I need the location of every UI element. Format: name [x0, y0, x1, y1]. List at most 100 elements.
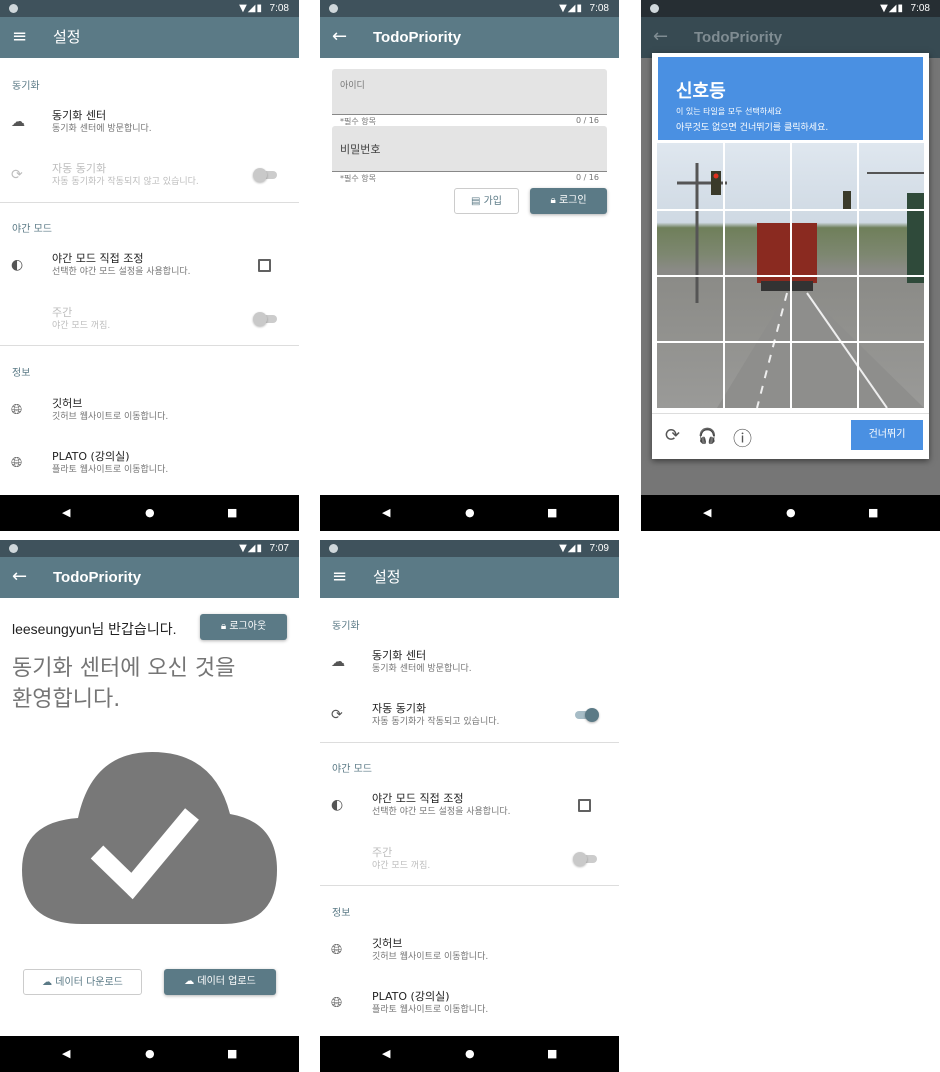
captcha-header: 신호등 이 있는 타일을 모두 선택하세요 아무것도 없으면 건너뛰기를 클릭하… [658, 57, 923, 140]
back-nav-icon[interactable]: ◀ [62, 506, 70, 520]
reload-icon[interactable]: ⟳ [665, 425, 680, 446]
globe-icon: 🌐︎ [11, 455, 23, 471]
pref-day-mode[interactable]: 주간 야간 모드 꺼짐. [320, 836, 619, 886]
pref-night-manual[interactable]: ◐ 야간 모드 직접 조정 선택한 야간 모드 설정을 사용합니다. [320, 782, 619, 832]
home-nav-icon[interactable]: ● [145, 1047, 155, 1061]
recent-nav-icon[interactable]: ■ [227, 506, 237, 520]
pref-sync-center[interactable]: ☁ 동기화 센터 동기화 센터에 방문합니다. [0, 99, 299, 149]
pref-auto-sync[interactable]: ⟳ 자동 동기화 자동 동기화가 작동되지 않고 있습니다. [0, 152, 299, 202]
home-nav-icon[interactable]: ● [465, 506, 475, 520]
pref-auto-sync[interactable]: ⟳ 자동 동기화 자동 동기화가 작동되고 있습니다. [320, 692, 619, 742]
divider [0, 345, 299, 346]
greeting: leeseungyun님 반갑습니다. [12, 619, 176, 639]
password-placeholder: 비밀번호 [340, 143, 381, 156]
globe-icon: 🌐︎ [11, 402, 23, 418]
home-nav-icon[interactable]: ● [465, 1047, 475, 1061]
navigation-bar: ◀ ● ■ [320, 1036, 619, 1072]
divider [0, 202, 299, 203]
signup-button[interactable]: ▤ 가입 [454, 188, 519, 214]
switch-knob [573, 852, 587, 866]
day-mode-switch[interactable] [573, 852, 597, 866]
status-bar: ▼◢▮ 7:07 [0, 540, 299, 557]
category-night: 야간 모드 [332, 764, 372, 775]
recent-nav-icon[interactable]: ■ [868, 506, 878, 520]
pref-github[interactable]: 🌐︎ 깃허브 깃허브 웹사이트로 이동합니다. [320, 927, 619, 977]
recent-nav-icon[interactable]: ■ [227, 1047, 237, 1061]
status-time: 7:09 [589, 543, 609, 554]
skip-button[interactable]: 건너뛰기 [851, 420, 923, 450]
category-info: 정보 [12, 368, 31, 379]
captcha-instruction-2: 아무것도 없으면 건너뛰기를 클릭하세요. [676, 123, 829, 133]
logout-button[interactable]: 🔒︎ 로그아웃 [200, 614, 287, 640]
pref-summary: 선택한 야간 모드 설정을 사용합니다. [372, 807, 511, 817]
back-arrow-icon[interactable]: ← [12, 566, 27, 588]
brightness-icon: ◐ [331, 797, 344, 813]
captcha-dialog: 신호등 이 있는 타일을 모두 선택하세요 아무것도 없으면 건너뛰기를 클릭하… [652, 53, 929, 459]
password-field[interactable]: 비밀번호 [332, 126, 607, 172]
login-button[interactable]: 🔒︎ 로그인 [530, 188, 607, 214]
pref-summary: 깃허브 웹사이트로 이동합니다. [52, 412, 169, 422]
notification-dot [650, 4, 659, 13]
category-sync: 동기화 [12, 81, 40, 92]
lock-icon: 🔒︎ [550, 195, 556, 206]
pref-summary: 깃허브 웹사이트로 이동합니다. [372, 952, 489, 962]
pref-sync-center[interactable]: ☁ 동기화 센터 동기화 센터에 방문합니다. [320, 639, 619, 689]
notification-dot [329, 544, 338, 553]
cloud-download-icon: ☁ [42, 977, 53, 988]
login-screen: ▼◢▮ 7:08 ← TodoPriority 아이디 *필수 항목 0 / 1… [320, 0, 619, 531]
pref-summary: 플라토 웹사이트로 이동합니다. [52, 465, 169, 475]
auto-sync-switch[interactable] [253, 168, 277, 182]
recent-nav-icon[interactable]: ■ [547, 1047, 557, 1061]
pw-counter: 0 / 16 [575, 173, 599, 182]
menu-icon[interactable]: ≡ [332, 566, 347, 588]
back-arrow-icon[interactable]: ← [332, 26, 347, 48]
night-mode-checkbox[interactable] [578, 799, 591, 812]
status-time: 7:08 [910, 3, 930, 14]
category-info: 정보 [332, 908, 351, 919]
status-bar: ▼◢▮ 7:08 [641, 0, 940, 17]
back-nav-icon[interactable]: ◀ [62, 1047, 70, 1061]
welcome-line-1: 동기화 센터에 오신 것을 [12, 656, 236, 681]
status-bar: ▼◢▮ 7:08 [0, 0, 299, 17]
pref-summary: 동기화 센터에 방문합니다. [52, 124, 152, 134]
night-mode-checkbox[interactable] [258, 259, 271, 272]
back-nav-icon[interactable]: ◀ [703, 506, 711, 520]
category-sync: 동기화 [332, 621, 360, 632]
pref-summary: 동기화 센터에 방문합니다. [372, 664, 472, 674]
app-bar: ← TodoPriority [320, 17, 619, 58]
upload-button[interactable]: ☁ 데이터 업로드 [164, 969, 276, 995]
signal-icons: ▼◢▮ [239, 3, 263, 14]
welcome-heading: 동기화 센터에 오신 것을 환영합니다. [12, 653, 235, 715]
id-field[interactable]: 아이디 [332, 69, 607, 115]
download-button[interactable]: ☁ 데이터 다운로드 [23, 969, 142, 995]
back-nav-icon[interactable]: ◀ [382, 506, 390, 520]
navigation-bar: ◀ ● ■ [641, 495, 940, 531]
back-nav-icon[interactable]: ◀ [382, 1047, 390, 1061]
captcha-screen: ▼◢▮ 7:08 ← TodoPriority 신호등 이 있는 타일을 모두 … [641, 0, 940, 531]
status-time: 7:08 [589, 3, 609, 14]
signup-label: 가입 [483, 196, 503, 207]
username: leeseungyun [12, 621, 92, 637]
menu-icon[interactable]: ≡ [12, 26, 27, 48]
settings-screen-2: ▼◢▮ 7:09 ≡ 설정 동기화 ☁ 동기화 센터 동기화 센터에 방문합니다… [320, 540, 619, 1072]
pref-day-mode[interactable]: 주간 야간 모드 꺼짐. [0, 296, 299, 346]
pref-summary: 플라토 웹사이트로 이동합니다. [372, 1005, 489, 1015]
headphones-icon[interactable]: 🎧 [698, 427, 717, 445]
auto-sync-switch[interactable] [575, 708, 599, 722]
page-title: TodoPriority [373, 29, 462, 46]
lock-icon: 🔒︎ [220, 621, 227, 632]
id-label: 아이디 [340, 81, 365, 91]
pref-plato[interactable]: 🌐︎ PLATO (강의실) 플라토 웹사이트로 이동합니다. [0, 440, 299, 490]
home-nav-icon[interactable]: ● [786, 506, 796, 520]
pref-night-manual[interactable]: ◐ 야간 모드 직접 조정 선택한 야간 모드 설정을 사용합니다. [0, 242, 299, 292]
recent-nav-icon[interactable]: ■ [547, 506, 557, 520]
navigation-bar: ◀ ● ■ [320, 495, 619, 531]
divider [652, 413, 929, 414]
pref-github[interactable]: 🌐︎ 깃허브 깃허브 웹사이트로 이동합니다. [0, 387, 299, 437]
day-mode-switch[interactable] [253, 312, 277, 326]
switch-knob [253, 312, 267, 326]
info-icon[interactable]: ⓘ [733, 424, 752, 451]
pref-plato[interactable]: 🌐︎ PLATO (강의실) 플라토 웹사이트로 이동합니다. [320, 980, 619, 1030]
home-nav-icon[interactable]: ● [145, 506, 155, 520]
divider [320, 885, 619, 886]
